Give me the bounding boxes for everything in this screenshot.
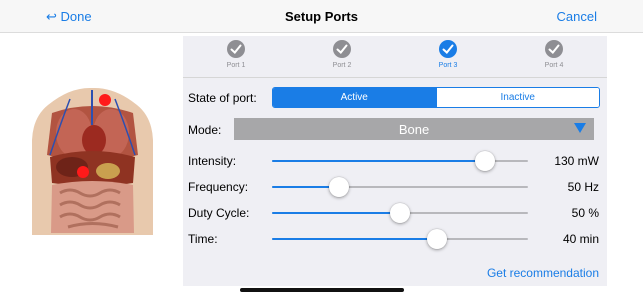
port-marker <box>77 166 89 178</box>
step-label: Port 1 <box>226 62 246 69</box>
intensity-slider[interactable] <box>272 151 528 171</box>
intensity-value: 130 mW <box>554 154 599 168</box>
home-indicator <box>240 288 404 292</box>
time-slider[interactable] <box>272 229 528 249</box>
page-title: Setup Ports <box>285 9 358 24</box>
checkmark-icon <box>439 40 457 58</box>
slider-thumb[interactable] <box>329 177 350 197</box>
get-recommendation-link[interactable]: Get recommendation <box>487 266 599 280</box>
step-port-1[interactable]: Port 1 <box>183 40 289 69</box>
body-anatomy-image <box>32 87 153 235</box>
intensity-label: Intensity: <box>188 154 237 168</box>
segment-inactive[interactable]: Inactive <box>435 88 599 107</box>
navigation-bar: ↩ Done Setup Ports Cancel <box>0 0 643 33</box>
frequency-label: Frequency: <box>188 180 249 194</box>
mode-label: Mode: <box>188 123 222 137</box>
slider-thumb[interactable] <box>475 151 496 171</box>
cancel-button[interactable]: Cancel <box>557 9 597 24</box>
port-settings-panel: Port 1 Port 2 Port 3 Port 4 State of por… <box>183 36 607 286</box>
state-segmented-control: Active Inactive <box>272 87 600 108</box>
duty-cycle-value: 50 % <box>571 206 599 220</box>
step-label: Port 3 <box>438 62 458 69</box>
port-stepper: Port 1 Port 2 Port 3 Port 4 <box>183 36 607 78</box>
frequency-slider[interactable] <box>272 177 528 197</box>
step-label: Port 4 <box>544 62 564 69</box>
step-port-2[interactable]: Port 2 <box>289 40 395 69</box>
time-label: Time: <box>188 232 218 246</box>
duty-cycle-label: Duty Cycle: <box>188 206 250 220</box>
mode-value: Bone <box>398 122 430 137</box>
step-label: Port 2 <box>332 62 352 69</box>
checkmark-icon <box>333 40 351 58</box>
triangle-down-icon <box>574 123 586 133</box>
step-port-4[interactable]: Port 4 <box>501 40 607 69</box>
time-value: 40 min <box>562 232 599 246</box>
checkmark-icon <box>545 40 563 58</box>
mode-dropdown[interactable]: Bone <box>234 118 594 140</box>
segment-active[interactable]: Active <box>273 88 436 107</box>
slider-thumb[interactable] <box>390 203 410 223</box>
step-port-3[interactable]: Port 3 <box>395 40 501 69</box>
duty-cycle-slider[interactable] <box>272 203 528 223</box>
slider-thumb[interactable] <box>427 229 448 249</box>
port-marker <box>99 94 111 106</box>
frequency-value: 50 Hz <box>567 180 599 194</box>
checkmark-icon <box>227 40 245 58</box>
state-of-port-label: State of port: <box>188 91 257 105</box>
